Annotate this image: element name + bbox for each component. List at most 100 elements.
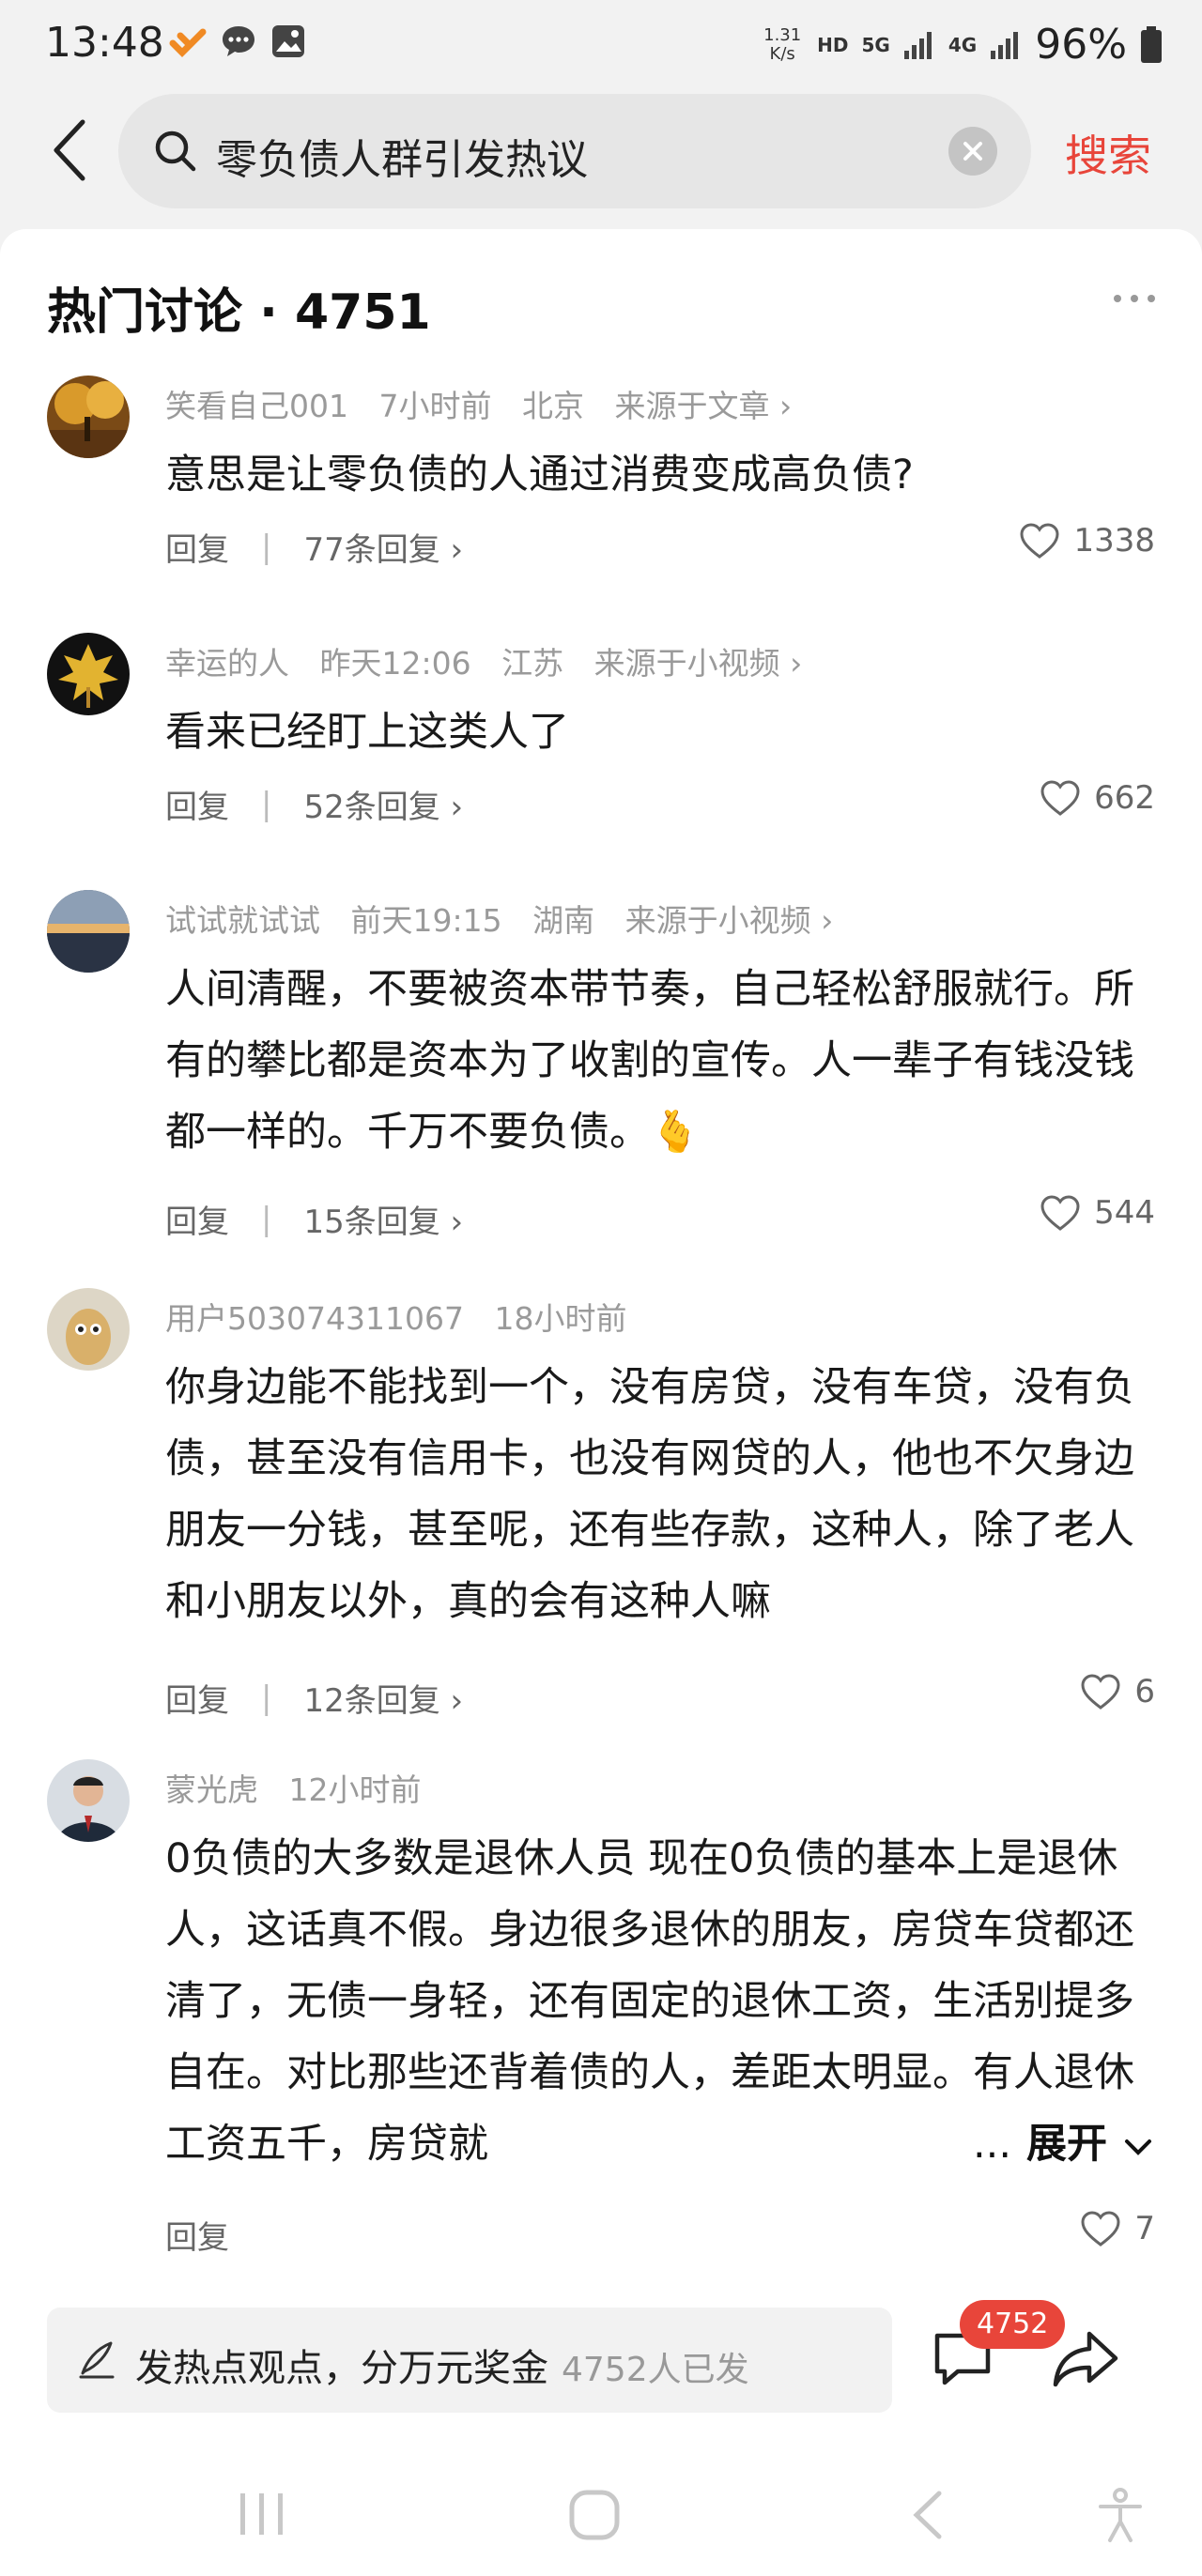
signal-icon bbox=[903, 31, 932, 59]
source-link[interactable]: 来源于文章 › bbox=[615, 388, 793, 424]
back-nav-icon[interactable] bbox=[907, 2488, 948, 2542]
source-link[interactable]: 来源于小视频 › bbox=[594, 645, 803, 682]
chevron-left-icon bbox=[54, 119, 85, 181]
heart-icon bbox=[1081, 1674, 1120, 1710]
battery-percent: 96% bbox=[1035, 21, 1127, 69]
reply-button[interactable]: 回复 bbox=[165, 1196, 229, 1242]
username[interactable]: 用户503074311067 bbox=[165, 1300, 464, 1337]
post-prompt-label: 发热点观点，分万元奖金 bbox=[135, 2347, 548, 2390]
back-button[interactable] bbox=[43, 115, 100, 186]
username[interactable]: 试试就试试 bbox=[165, 902, 320, 939]
divider: | bbox=[261, 1679, 272, 1717]
like-button[interactable]: 662 bbox=[1040, 779, 1155, 817]
comment-meta: 蒙光虎 12小时前 bbox=[165, 1765, 442, 1810]
comment-text[interactable]: 人间清醒，不要被资本带节奏，自己轻松舒服就行。所有的攀比都是资本为了收割的宣传。… bbox=[165, 954, 1161, 1168]
speed-value: 1.31 bbox=[763, 24, 802, 45]
comment-text[interactable]: 看来已经盯上这类人了 bbox=[165, 697, 1161, 768]
username[interactable]: 幸运的人 bbox=[165, 645, 289, 682]
like-count: 662 bbox=[1094, 779, 1155, 817]
net-5g-label: 5G bbox=[861, 33, 890, 56]
status-right: 1.31 K/s HD 5G 4G 96% bbox=[761, 21, 1163, 69]
home-icon[interactable] bbox=[567, 2488, 622, 2542]
gallery-icon bbox=[272, 25, 304, 57]
comment-actions: 回复 | 15条回复 › bbox=[165, 1196, 463, 1242]
expand-label: 展开 bbox=[1026, 2121, 1108, 2168]
timestamp: 18小时前 bbox=[494, 1300, 627, 1337]
like-button[interactable]: 6 bbox=[1080, 1673, 1155, 1710]
timestamp: 12小时前 bbox=[288, 1771, 422, 1808]
search-button[interactable]: 搜索 bbox=[1065, 122, 1151, 184]
like-count: 544 bbox=[1094, 1194, 1155, 1232]
search-input[interactable]: 零负债人群引发热议 bbox=[118, 94, 1031, 208]
system-nav-bar bbox=[0, 2460, 1202, 2576]
reply-count-link[interactable]: 12条回复 › bbox=[303, 1675, 463, 1721]
clear-icon[interactable] bbox=[948, 127, 997, 176]
like-button[interactable]: 1338 bbox=[1019, 522, 1155, 560]
message-icon bbox=[223, 26, 254, 56]
location: 江苏 bbox=[501, 645, 564, 682]
location: 湖南 bbox=[532, 902, 595, 939]
status-bar: 13:48 1.31 K/s HD 5G 4G 96% bbox=[0, 0, 1202, 94]
like-button[interactable]: 544 bbox=[1040, 1194, 1155, 1232]
share-button[interactable] bbox=[1050, 2326, 1121, 2392]
location: 北京 bbox=[522, 388, 584, 424]
comment-meta: 幸运的人 昨天12:06 江苏 来源于小视频 › bbox=[165, 638, 823, 683]
post-opinion-input[interactable]: 发热点观点，分万元奖金 4752人已发 bbox=[47, 2308, 892, 2413]
heart-icon bbox=[1081, 2211, 1120, 2246]
app-notification-icon bbox=[169, 28, 207, 57]
avatar[interactable] bbox=[47, 890, 130, 973]
avatar[interactable] bbox=[47, 633, 130, 715]
more-options-icon[interactable] bbox=[1114, 295, 1155, 306]
comment-actions: 回复 bbox=[165, 2212, 229, 2258]
share-icon bbox=[1053, 2331, 1118, 2387]
timestamp: 7小时前 bbox=[378, 388, 492, 424]
reply-button[interactable]: 回复 bbox=[165, 2212, 229, 2258]
discussion-card: 热门讨论 · 4751 笑看自己001 7小时前 北京 来源于文章 › 意思是让… bbox=[0, 229, 1202, 2576]
reply-count-link[interactable]: 77条回复 › bbox=[303, 524, 463, 570]
comment-actions: 回复 | 77条回复 › bbox=[165, 524, 463, 570]
timestamp: 前天19:15 bbox=[350, 902, 502, 939]
divider: | bbox=[261, 528, 272, 566]
hd-label: HD bbox=[817, 33, 849, 56]
post-count: 4752人已发 bbox=[562, 2351, 749, 2389]
signal-icon-2 bbox=[991, 31, 1019, 59]
divider: | bbox=[261, 785, 272, 823]
ellipsis: ... bbox=[973, 2121, 1012, 2168]
search-row: 零负债人群引发热议 搜索 bbox=[0, 94, 1202, 208]
avatar[interactable] bbox=[47, 376, 130, 458]
reply-button[interactable]: 回复 bbox=[165, 781, 229, 827]
net-4g-label: 4G bbox=[948, 33, 978, 56]
accessibility-icon[interactable] bbox=[1095, 2488, 1146, 2544]
heart-icon bbox=[1020, 523, 1059, 559]
like-count: 1338 bbox=[1073, 522, 1155, 560]
reply-count-link[interactable]: 52条回复 › bbox=[303, 781, 463, 827]
section-title: 热门讨论 · 4751 bbox=[47, 284, 431, 341]
expand-button[interactable]: ... 展开 bbox=[954, 2108, 1155, 2180]
timestamp: 昨天12:06 bbox=[319, 645, 471, 682]
heart-icon bbox=[1040, 780, 1080, 816]
comment-actions: 回复 | 12条回复 › bbox=[165, 1675, 463, 1721]
username[interactable]: 蒙光虎 bbox=[165, 1771, 258, 1808]
recent-apps-icon[interactable] bbox=[237, 2488, 287, 2540]
search-query: 零负债人群引发热议 bbox=[216, 136, 588, 184]
divider: | bbox=[261, 1200, 272, 1238]
like-button[interactable]: 7 bbox=[1080, 2210, 1155, 2247]
pen-icon bbox=[79, 2341, 115, 2379]
like-count: 7 bbox=[1134, 2210, 1155, 2247]
avatar[interactable] bbox=[47, 1759, 130, 1842]
avatar[interactable] bbox=[47, 1288, 130, 1371]
comment-actions: 回复 | 52条回复 › bbox=[165, 781, 463, 827]
comment-text[interactable]: 你身边能不能找到一个，没有房贷，没有车贷，没有负债，甚至没有信用卡，也没有网贷的… bbox=[165, 1352, 1161, 1637]
source-link[interactable]: 来源于小视频 › bbox=[625, 902, 834, 939]
status-time: 13:48 bbox=[45, 19, 164, 67]
search-icon bbox=[155, 130, 196, 172]
comment-meta: 试试就试试 前天19:15 湖南 来源于小视频 › bbox=[165, 896, 854, 941]
reply-button[interactable]: 回复 bbox=[165, 1675, 229, 1721]
chevron-down-icon bbox=[1125, 2139, 1151, 2155]
close-icon bbox=[963, 142, 982, 161]
comment-text[interactable]: 意思是让零负债的人通过消费变成高负债? bbox=[165, 439, 1161, 511]
reply-count-link[interactable]: 15条回复 › bbox=[303, 1196, 463, 1242]
battery-icon bbox=[1141, 25, 1162, 63]
reply-button[interactable]: 回复 bbox=[165, 524, 229, 570]
username[interactable]: 笑看自己001 bbox=[165, 388, 348, 424]
